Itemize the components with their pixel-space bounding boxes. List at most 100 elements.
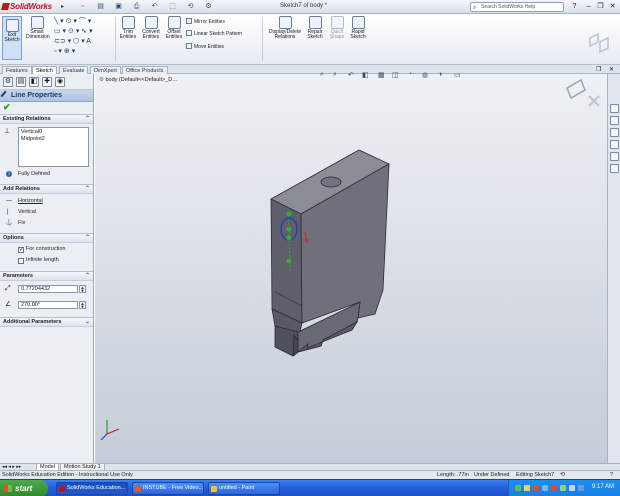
new-file-icon[interactable]: ▫: [78, 2, 87, 11]
length-stepper[interactable]: ▲ ▼: [79, 285, 86, 293]
fix-icon: ⚓: [5, 220, 13, 226]
relation-item[interactable]: Vertical0: [21, 129, 86, 136]
collapse-icon[interactable]: ⌃: [85, 115, 90, 124]
help-icon[interactable]: ?: [570, 2, 579, 11]
smart-dimension-button[interactable]: Smart Dimension: [26, 16, 50, 40]
horizontal-relation[interactable]: Horizontal: [18, 198, 43, 205]
tray-icon[interactable]: [560, 485, 566, 491]
view-palette-icon[interactable]: [610, 152, 619, 161]
section-view-icon[interactable]: ◧: [362, 71, 369, 79]
tab-features[interactable]: Features: [2, 66, 32, 74]
convert-entities-button[interactable]: Convert Entities: [140, 16, 162, 40]
file-explorer-icon[interactable]: [610, 128, 619, 137]
tray-icon[interactable]: [533, 485, 539, 491]
quick-snaps-button[interactable]: Quick Snaps: [326, 16, 348, 40]
tray-icon[interactable]: [515, 485, 521, 491]
restore-doc-icon[interactable]: ❐: [596, 66, 601, 73]
restore-button[interactable]: ❐: [596, 2, 605, 11]
rapid-sketch-button[interactable]: Rapid Sketch: [347, 16, 369, 40]
select-icon[interactable]: ⬚: [168, 2, 177, 11]
group-header[interactable]: Options ⌃: [0, 234, 93, 243]
tab-evaluate[interactable]: Evaluate: [59, 66, 89, 74]
for-construction-checkbox[interactable]: ✓: [18, 247, 24, 253]
group-header[interactable]: Existing Relations ⌃: [0, 115, 93, 124]
undo-icon[interactable]: ↶: [150, 2, 159, 11]
hide-show-icon[interactable]: ◔: [408, 71, 412, 78]
zoom-area-icon[interactable]: ⌕: [333, 71, 337, 79]
expand-icon[interactable]: ⌄: [85, 318, 90, 327]
angle-stepper[interactable]: ▲ ▼: [79, 301, 86, 309]
print-icon[interactable]: ⎙: [132, 2, 141, 11]
line-tools-row[interactable]: ╲ ▾ ⊙ ▾ ⌒ ▾: [54, 18, 91, 26]
offset-entities-button[interactable]: Offset Entities: [163, 16, 185, 40]
feature-manager-icon[interactable]: ⚙: [3, 77, 13, 87]
shape-tools-row[interactable]: ▭ ▾ ⊙ ▾ ∿ ▾: [54, 28, 93, 36]
relation-item[interactable]: Midpoint2: [21, 136, 86, 143]
tray-icon[interactable]: [542, 485, 548, 491]
start-button[interactable]: start: [0, 480, 48, 496]
search-help-input[interactable]: ⌕ Search SolidWorks Help: [470, 2, 564, 12]
previous-view-icon[interactable]: ↶: [348, 71, 354, 79]
group-header[interactable]: Add Relations ⌃: [0, 185, 93, 194]
display-delete-relations-button[interactable]: Display/Delete Relations: [266, 16, 304, 40]
confirmation-corner[interactable]: [566, 78, 600, 107]
existing-relations-list[interactable]: Vertical0 Midpoint2: [18, 127, 89, 167]
solidworks-logo[interactable]: SolidWorks: [1, 2, 56, 12]
vertical-relation[interactable]: Vertical: [18, 209, 36, 216]
slot-tools-row[interactable]: ⊂⊃ ▾ ⬡ ▾ A: [54, 38, 91, 46]
rapid-sketch-label: Rapid Sketch: [350, 29, 366, 40]
length-field[interactable]: 0.77204432: [18, 285, 78, 293]
display-style-icon[interactable]: ◫: [392, 71, 399, 79]
repair-sketch-button[interactable]: Repair Sketch: [304, 16, 326, 40]
edit-appearance-icon[interactable]: ◍: [422, 71, 428, 79]
fix-relation[interactable]: Fix: [18, 220, 25, 227]
collapse-icon[interactable]: ⌃: [85, 234, 90, 243]
collapse-icon[interactable]: ⌃: [85, 185, 90, 194]
zoom-to-fit-icon[interactable]: ⌕: [320, 71, 324, 79]
display-manager-icon[interactable]: ◉: [55, 77, 65, 87]
open-file-icon[interactable]: ▤: [96, 2, 105, 11]
configuration-manager-icon[interactable]: ◧: [29, 77, 39, 87]
appearances-icon[interactable]: [610, 164, 619, 173]
ok-check-icon[interactable]: ✔: [3, 102, 11, 113]
menu-arrow-icon[interactable]: ▸: [61, 3, 64, 10]
save-icon[interactable]: ▣: [114, 2, 123, 11]
minimize-button[interactable]: –: [584, 2, 593, 11]
rebuild-icon[interactable]: ⟲: [186, 2, 195, 11]
close-button[interactable]: ✕: [608, 2, 617, 11]
tab-dimxpert[interactable]: DimXpert: [90, 66, 121, 74]
options-icon[interactable]: ⚙: [204, 2, 213, 11]
group-header[interactable]: Additional Parameters ⌄: [0, 318, 93, 327]
task-instube[interactable]: INSTUBE - Free Video...: [132, 482, 204, 495]
tray-icon[interactable]: [551, 485, 557, 491]
resources-icon[interactable]: [610, 104, 619, 113]
tray-icon[interactable]: [524, 485, 530, 491]
tray-icon[interactable]: [569, 485, 575, 491]
point-tools-row[interactable]: ▫ ▾ ⊕ ▾: [54, 48, 75, 56]
linear-sketch-pattern-button[interactable]: Linear Sketch Pattern: [186, 30, 242, 37]
move-entities-button[interactable]: Move Entities: [186, 43, 224, 50]
dimxpert-manager-icon[interactable]: ✚: [42, 77, 52, 87]
trim-entities-button[interactable]: Trim Entities: [117, 16, 139, 40]
tab-office-products[interactable]: Office Products: [122, 66, 168, 74]
apply-scene-icon[interactable]: ◑: [438, 71, 442, 78]
design-library-icon[interactable]: [610, 116, 619, 125]
exit-sketch-button[interactable]: Exit Sketch: [2, 16, 22, 60]
mirror-entities-button[interactable]: Mirror Entities: [186, 18, 225, 25]
feature-tree-node[interactable]: ⚙ body (Default<<Default>_D...: [99, 77, 177, 83]
close-doc-icon[interactable]: ✕: [609, 66, 614, 73]
group-header[interactable]: Parameters ⌃: [0, 272, 93, 281]
angle-field[interactable]: 270.00°: [18, 301, 78, 309]
search-icon[interactable]: [610, 140, 619, 149]
tab-sketch[interactable]: Sketch: [32, 66, 57, 74]
task-paint[interactable]: untitled - Paint: [208, 482, 280, 495]
view-settings-icon[interactable]: ▭: [454, 71, 461, 79]
view-orientation-icon[interactable]: ▦: [378, 71, 385, 79]
graphics-area[interactable]: ⚙ body (Default<<Default>_D...: [95, 74, 607, 463]
property-manager-icon[interactable]: ▤: [16, 77, 26, 87]
clock[interactable]: 9:17 AM: [592, 484, 614, 490]
collapse-icon[interactable]: ⌃: [85, 272, 90, 281]
tray-icon[interactable]: [578, 485, 584, 491]
task-solidworks[interactable]: SolidWorks Education...: [56, 482, 128, 495]
infinite-length-checkbox[interactable]: [18, 258, 24, 264]
